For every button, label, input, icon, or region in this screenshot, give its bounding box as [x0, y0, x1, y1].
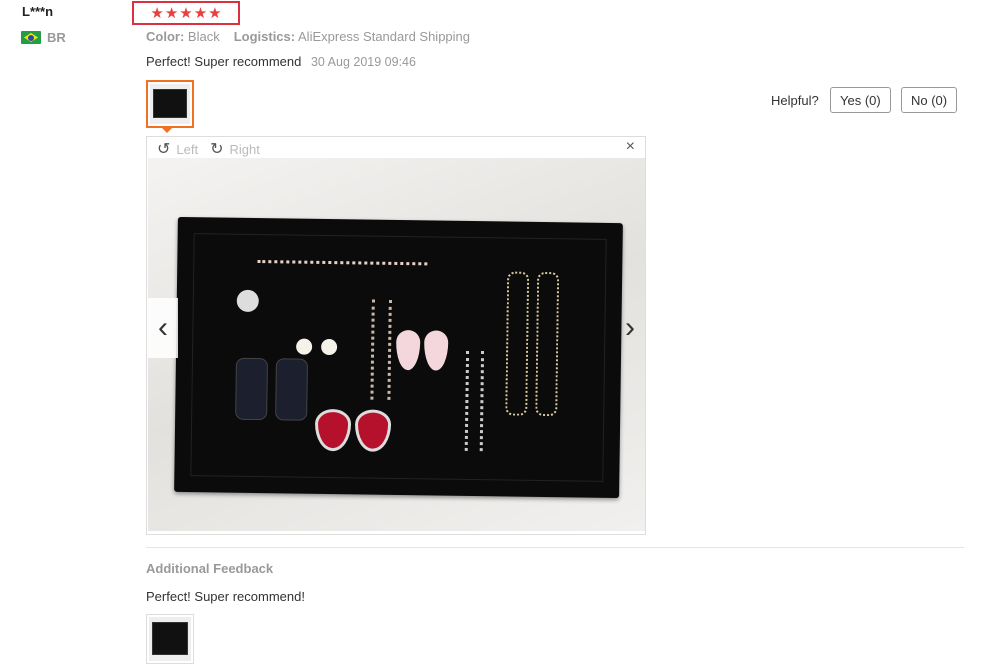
reviewer-country: BR — [21, 30, 66, 45]
star-icon: ★ — [193, 4, 208, 22]
rotate-right-icon[interactable]: ↻ — [210, 139, 223, 159]
review-photo-thumbnail[interactable] — [146, 80, 194, 128]
viewer-toolbar: ↺ Left ↻ Right — [157, 139, 260, 159]
helpful-label: Helpful? — [771, 93, 819, 108]
star-icon: ★ — [150, 4, 164, 22]
star-rating: ★ ★ ★ ★ ★ — [132, 1, 240, 25]
previous-photo-button[interactable]: ‹ — [148, 298, 178, 358]
brazil-flag-icon — [21, 31, 41, 44]
color-info: Color: Black — [146, 29, 220, 44]
review-body: Perfect! Super recommend 30 Aug 2019 09:… — [146, 54, 416, 69]
jewelry-tray — [174, 216, 623, 499]
review-text: Perfect! Super recommend — [146, 54, 302, 69]
star-icon: ★ — [179, 4, 193, 22]
close-icon[interactable]: × — [626, 138, 635, 156]
review-date: 30 Aug 2019 09:46 — [310, 55, 416, 69]
logistics-info: Logistics: AliExpress Standard Shipping — [233, 29, 471, 44]
country-code: BR — [47, 30, 66, 45]
additional-photo-thumbnail[interactable] — [146, 614, 194, 664]
rotate-left-button[interactable]: Left — [176, 142, 198, 157]
next-photo-button[interactable]: › — [615, 298, 645, 358]
rotate-left-icon[interactable]: ↺ — [157, 139, 170, 159]
thumbnail-pointer-icon — [161, 127, 173, 133]
helpful-no-button[interactable]: No (0) — [901, 87, 958, 113]
additional-feedback-title: Additional Feedback — [146, 561, 274, 576]
helpful-yes-button[interactable]: Yes (0) — [830, 87, 891, 113]
reviewer-name: L***n — [22, 4, 54, 19]
rotate-right-button[interactable]: Right — [230, 142, 260, 157]
review-photo: ‹ › — [148, 158, 645, 531]
star-icon: ★ — [164, 4, 179, 22]
chevron-right-icon: › — [625, 311, 635, 344]
photo-viewer: ↺ Left ↻ Right × ‹ › — [146, 136, 646, 535]
chevron-left-icon: ‹ — [158, 311, 168, 344]
star-icon: ★ — [208, 4, 222, 22]
section-divider — [146, 547, 964, 548]
order-meta: Color: Black Logistics: AliExpress Stand… — [146, 29, 470, 44]
additional-feedback-text: Perfect! Super recommend! — [146, 589, 305, 604]
